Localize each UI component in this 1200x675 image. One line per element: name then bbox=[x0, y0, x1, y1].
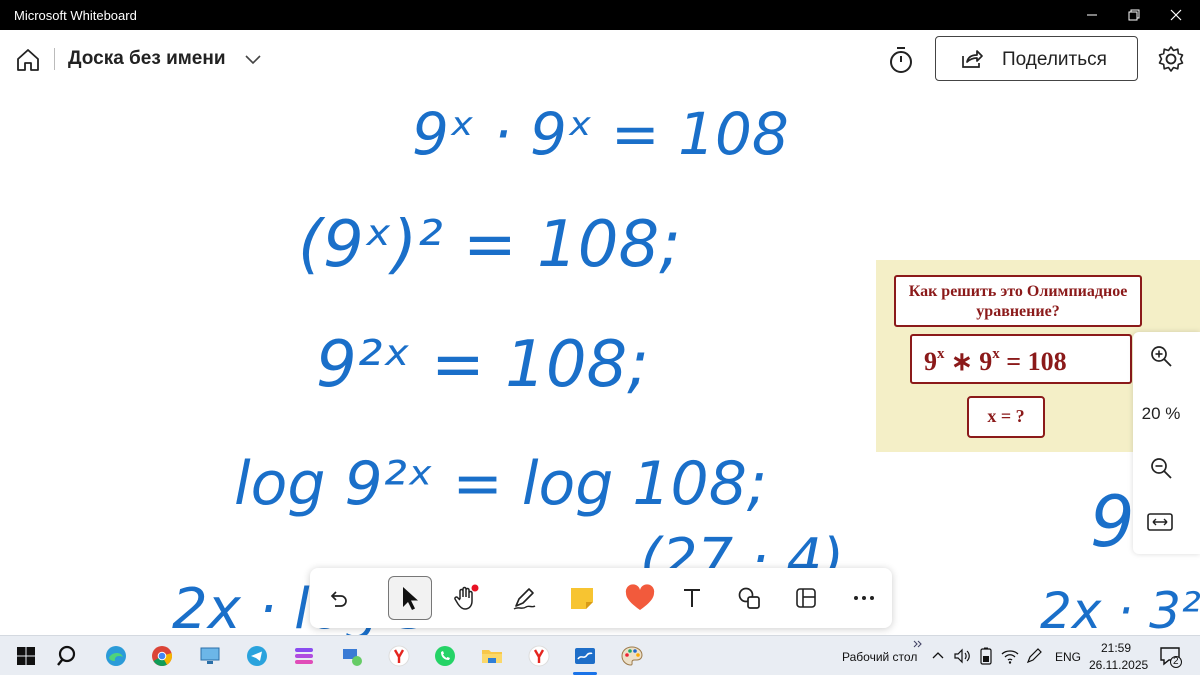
eq-exp-1: x bbox=[937, 346, 945, 362]
remote-desktop-icon[interactable] bbox=[198, 644, 222, 668]
undo-icon bbox=[330, 591, 347, 607]
whiteboard-canvas[interactable]: 9ˣ · 9ˣ = 108 (9ˣ)² = 108; 9²ˣ = 108; lo… bbox=[0, 88, 1200, 635]
clock-date[interactable]: 26.11.2025 bbox=[1089, 658, 1148, 672]
unknown-box: x = ? bbox=[967, 396, 1045, 438]
app-title: Microsoft Whiteboard bbox=[14, 8, 137, 23]
ink-line-8: 2x · 3² bbox=[1040, 582, 1200, 635]
zoom-panel: 20 % bbox=[1133, 332, 1200, 554]
eq-base-2: 9 bbox=[979, 347, 993, 376]
search-icon[interactable] bbox=[56, 644, 80, 668]
pen-tool[interactable] bbox=[502, 576, 546, 620]
share-icon bbox=[962, 50, 983, 68]
undo-button[interactable] bbox=[316, 576, 360, 620]
templates-tool[interactable] bbox=[784, 576, 828, 620]
sticky-note-icon bbox=[571, 588, 593, 609]
pen-input-icon[interactable] bbox=[1024, 646, 1044, 666]
fit-to-screen-icon[interactable] bbox=[1147, 512, 1173, 532]
equation-box: 9x ∗ 9x = 108 bbox=[910, 334, 1132, 384]
ink-line-7: 9 bbox=[1090, 481, 1135, 563]
sticky-note-tool[interactable] bbox=[560, 576, 604, 620]
paint-icon[interactable] bbox=[620, 644, 644, 668]
eq-base-1: 9 bbox=[924, 347, 937, 376]
question-box: Как решить это Олимпиадное уравнение? bbox=[894, 275, 1142, 327]
telegram-icon[interactable] bbox=[245, 644, 269, 668]
edge-icon[interactable] bbox=[104, 644, 128, 668]
whiteboard-app-icon[interactable] bbox=[573, 644, 597, 668]
volume-icon[interactable] bbox=[952, 646, 972, 666]
pan-tool[interactable] bbox=[444, 576, 488, 620]
ink-line-1: 9ˣ · 9ˣ = 108 bbox=[412, 100, 789, 168]
app-bar: Доска без имени Поделиться bbox=[0, 30, 1200, 88]
more-icon bbox=[854, 596, 874, 600]
heart-icon bbox=[625, 584, 655, 610]
chevron-down-icon[interactable] bbox=[244, 52, 262, 66]
battery-icon[interactable] bbox=[976, 646, 996, 666]
network-app-icon[interactable] bbox=[340, 644, 364, 668]
title-bar: Microsoft Whiteboard bbox=[0, 0, 1200, 30]
ink-line-3: 9²ˣ = 108; bbox=[316, 328, 649, 402]
notifications-count: 2 bbox=[1173, 656, 1179, 667]
divider bbox=[54, 48, 55, 70]
language-indicator[interactable]: ENG bbox=[1055, 650, 1081, 664]
cursor-icon bbox=[403, 587, 418, 610]
reaction-tool[interactable] bbox=[618, 576, 662, 620]
close-button[interactable] bbox=[1156, 0, 1196, 30]
chevron-up-icon[interactable] bbox=[930, 648, 946, 664]
eq-rhs: = 108 bbox=[1006, 347, 1067, 376]
share-button[interactable]: Поделиться bbox=[935, 36, 1138, 81]
zoom-level[interactable]: 20 % bbox=[1133, 404, 1189, 424]
share-label: Поделиться bbox=[1002, 49, 1107, 70]
shapes-icon bbox=[738, 587, 760, 609]
desktop-label[interactable]: Рабочий стол bbox=[842, 650, 917, 664]
zoom-out-icon[interactable] bbox=[1149, 456, 1173, 480]
hand-icon bbox=[454, 584, 479, 610]
minimize-button[interactable] bbox=[1072, 0, 1112, 30]
taskbar: Рабочий стол ENG 21:59 26.11.2025 2 bbox=[0, 635, 1200, 675]
text-tool[interactable] bbox=[670, 576, 714, 620]
wifi-icon[interactable] bbox=[1000, 646, 1020, 666]
restore-button[interactable] bbox=[1114, 0, 1154, 30]
board-title[interactable]: Доска без имени bbox=[68, 48, 226, 70]
yandex-browser-icon[interactable] bbox=[527, 644, 551, 668]
restore-icon bbox=[1128, 9, 1140, 21]
ink-toolbar bbox=[310, 568, 892, 628]
minimize-icon bbox=[1087, 14, 1097, 16]
double-chevron-icon[interactable] bbox=[912, 638, 924, 650]
yandex-icon[interactable] bbox=[387, 644, 411, 668]
ink-line-4: log 9²ˣ = log 108; bbox=[234, 449, 767, 519]
home-icon[interactable] bbox=[14, 46, 42, 74]
app-stack-icon[interactable] bbox=[292, 644, 316, 668]
pen-icon bbox=[513, 588, 536, 610]
eq-exp-2: x bbox=[992, 346, 1000, 362]
text-icon bbox=[684, 589, 700, 607]
close-icon bbox=[1170, 9, 1182, 21]
shapes-tool[interactable] bbox=[728, 576, 772, 620]
chrome-icon[interactable] bbox=[150, 644, 174, 668]
clock-time[interactable]: 21:59 bbox=[1101, 641, 1131, 655]
file-explorer-icon[interactable] bbox=[480, 644, 504, 668]
ink-line-2: (9ˣ)² = 108; bbox=[298, 208, 681, 282]
eq-operator: ∗ bbox=[951, 347, 973, 376]
windows-start-icon[interactable] bbox=[14, 644, 38, 668]
whatsapp-icon[interactable] bbox=[433, 644, 457, 668]
more-button[interactable] bbox=[842, 576, 886, 620]
zoom-in-icon[interactable] bbox=[1149, 344, 1173, 368]
gear-icon[interactable] bbox=[1156, 44, 1186, 74]
templates-icon bbox=[796, 588, 816, 608]
timer-icon[interactable] bbox=[886, 45, 916, 75]
select-tool[interactable] bbox=[388, 576, 432, 620]
